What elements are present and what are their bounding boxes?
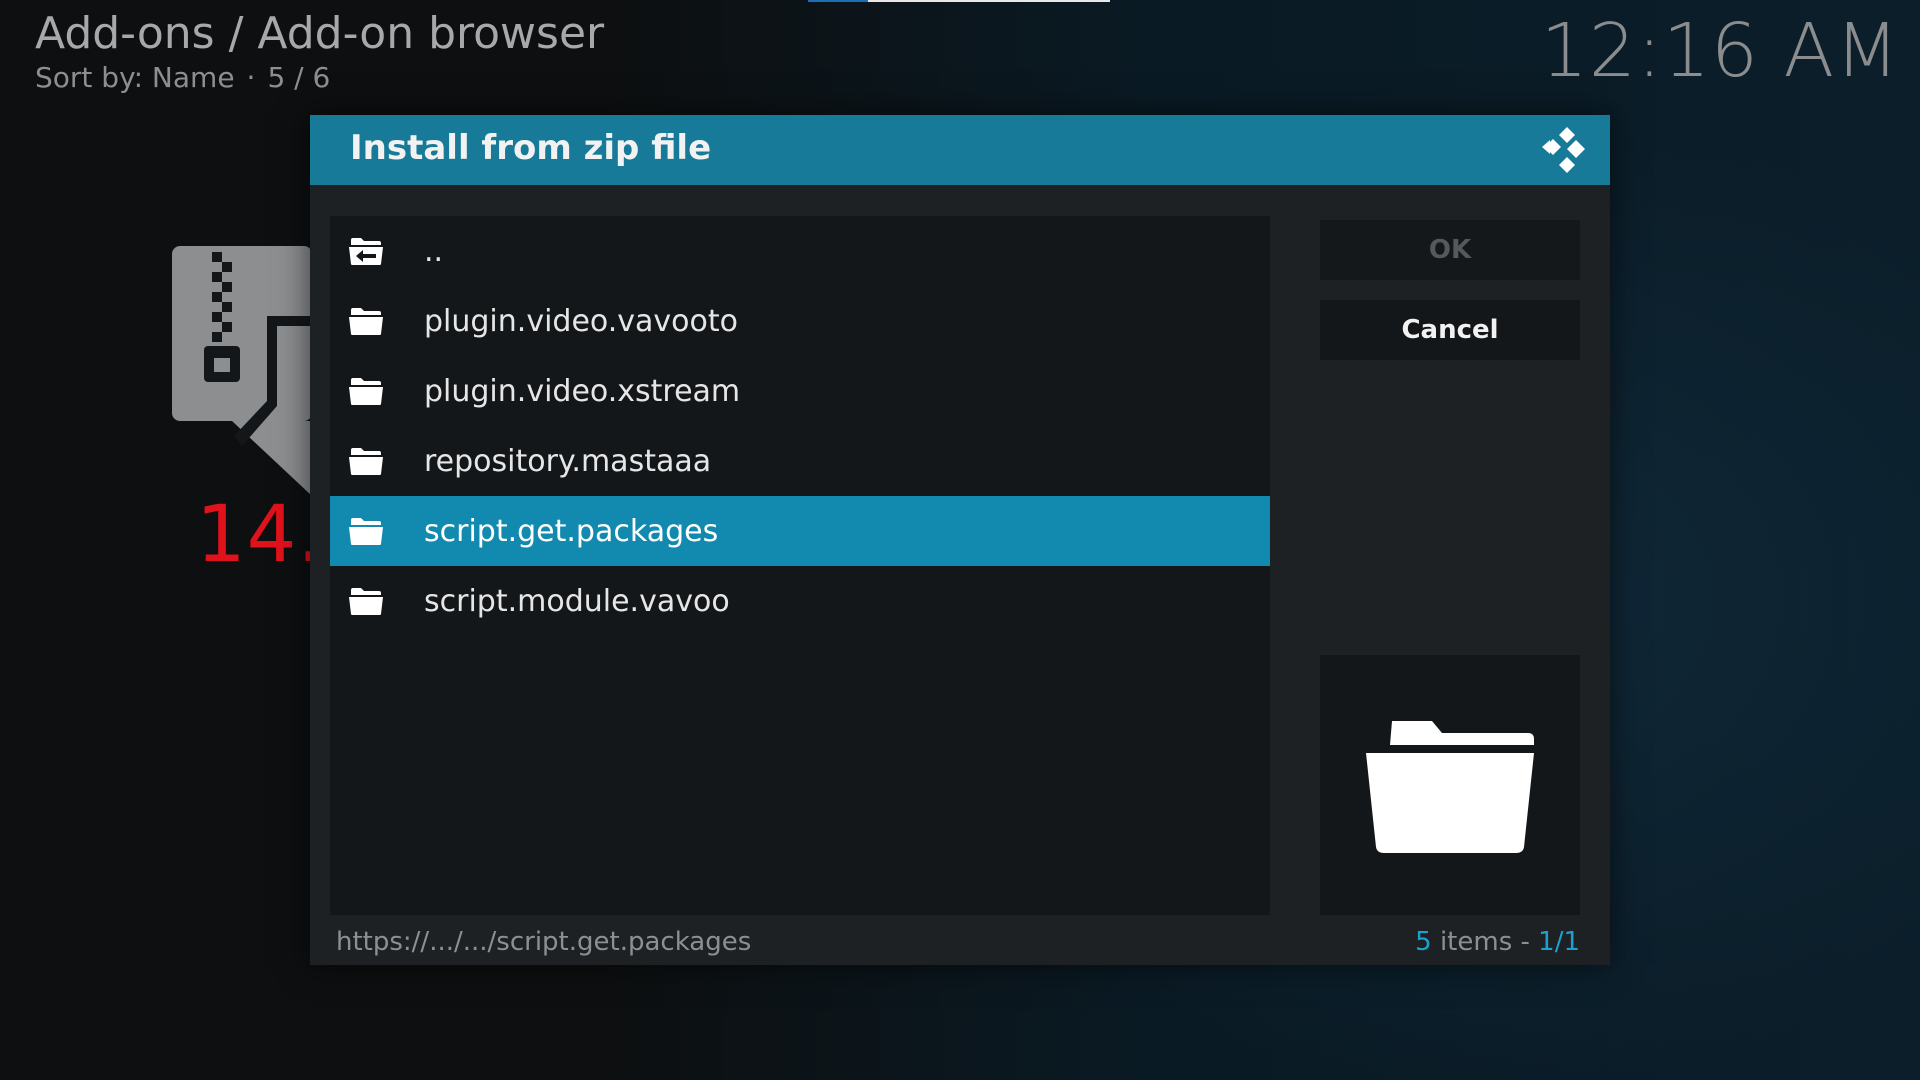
folder-back-icon (348, 236, 384, 266)
list-position: 5 / 6 (267, 61, 331, 94)
list-item-label: repository.mastaaa (424, 443, 712, 479)
page-indicator: 1/1 (1538, 927, 1580, 957)
folder-icon (348, 446, 384, 476)
item-count-number: 5 (1415, 927, 1432, 957)
item-count: 5 items - 1/1 (1415, 927, 1580, 957)
folder-preview-icon (1366, 721, 1534, 853)
list-item-label: script.module.vavoo (424, 583, 730, 619)
install-from-zip-dialog: Install from zip file .. plugin.video.vav… (310, 115, 1610, 965)
ok-button[interactable]: OK (1320, 220, 1580, 280)
list-item-label: script.get.packages (424, 513, 719, 549)
breadcrumb: Add-ons / Add-on browser (35, 8, 605, 59)
list-item-label: .. (424, 233, 444, 269)
clock: 12:16 AM (1540, 8, 1900, 94)
dialog-header: Install from zip file (310, 115, 1610, 185)
current-path: https://.../.../script.get.packages (336, 927, 752, 957)
sort-label: Sort by: Name (35, 61, 235, 94)
items-text: items - (1431, 927, 1539, 957)
folder-icon (348, 376, 384, 406)
zip-file-icon (172, 246, 312, 496)
sort-info: Sort by: Name · 5 / 6 (35, 60, 604, 96)
list-item-label: plugin.video.vavooto (424, 303, 738, 339)
kodi-logo-icon (1542, 127, 1585, 173)
list-item[interactable]: repository.mastaaa (330, 426, 1270, 496)
list-item[interactable]: script.module.vavoo (330, 566, 1270, 636)
sort-separator: · (246, 61, 256, 94)
list-item[interactable]: plugin.video.vavooto (330, 286, 1270, 356)
list-item[interactable]: .. (330, 216, 1270, 286)
dialog-title: Install from zip file (350, 128, 712, 168)
list-item[interactable]: script.get.packages (330, 496, 1270, 566)
top-progress-segment (808, 0, 868, 2)
folder-icon (348, 306, 384, 336)
cancel-button[interactable]: Cancel (1320, 300, 1580, 360)
folder-icon (348, 516, 384, 546)
list-item-label: plugin.video.xstream (424, 373, 741, 409)
file-list[interactable]: .. plugin.video.vavooto plugin.video.xstre… (330, 216, 1270, 915)
list-item[interactable]: plugin.video.xstream (330, 356, 1270, 426)
folder-preview (1320, 655, 1580, 915)
page-header: Add-ons / Add-on browser Sort by: Name · 5… (35, 8, 604, 96)
folder-icon (348, 586, 384, 616)
top-progress-indicator (808, 0, 1110, 2)
step-annotation: 14. (196, 490, 324, 580)
